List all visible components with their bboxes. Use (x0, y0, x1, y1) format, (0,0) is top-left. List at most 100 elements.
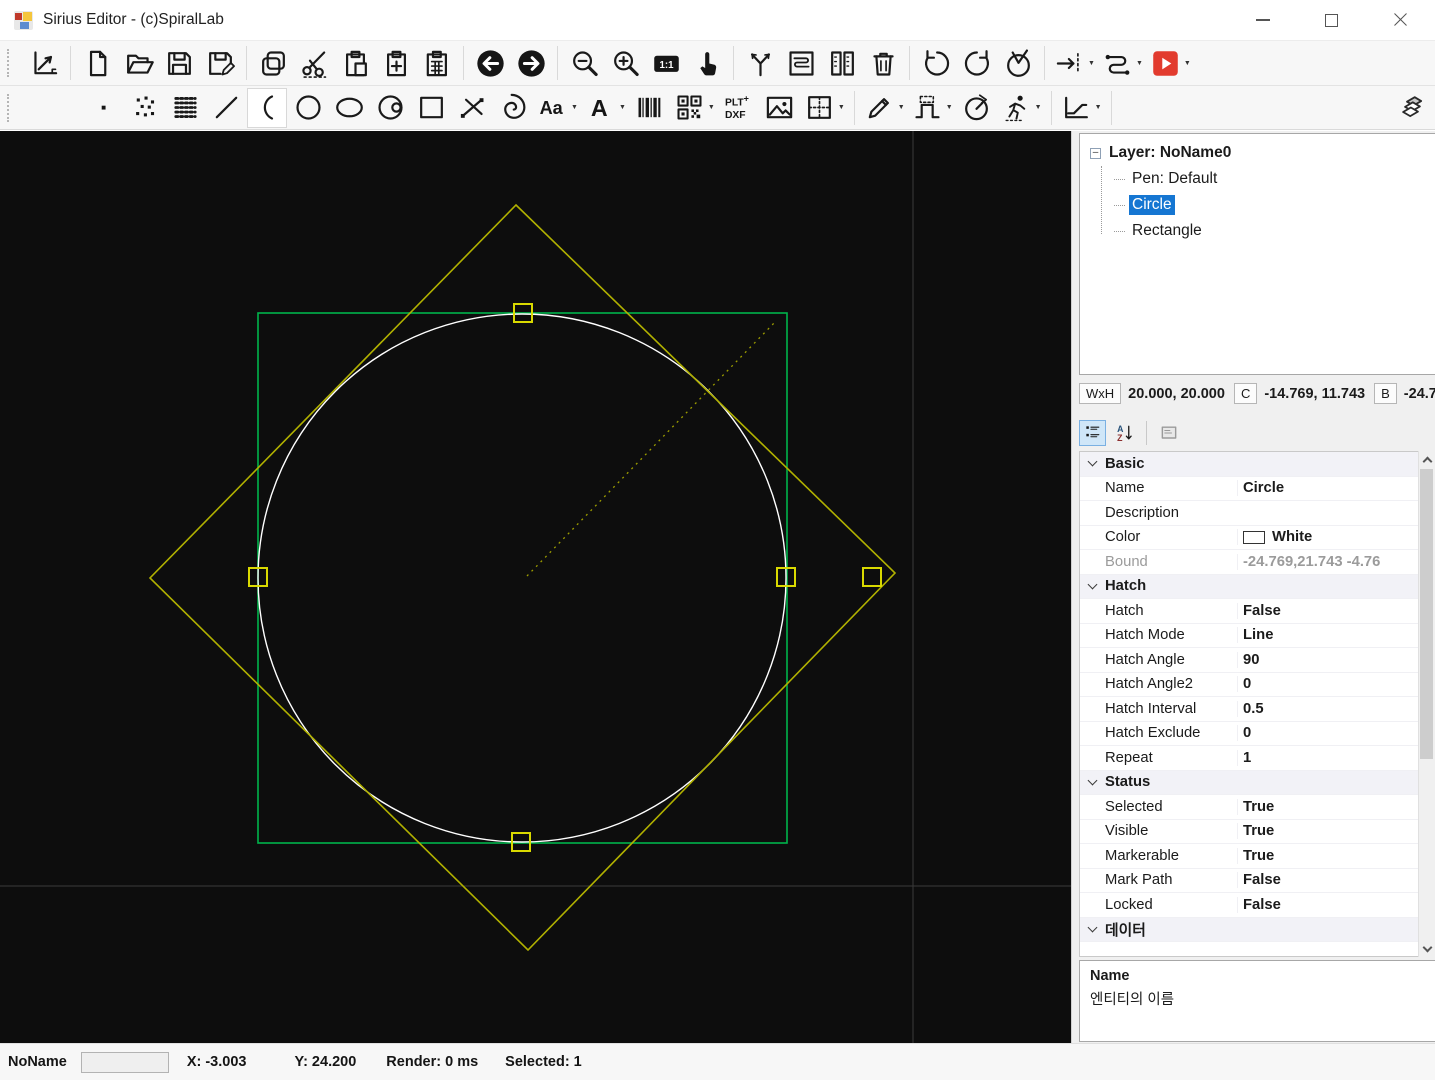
category-chevron[interactable] (1080, 579, 1105, 590)
redo-button[interactable] (511, 43, 551, 83)
property-category-hatch[interactable]: Hatch (1080, 574, 1435, 599)
property-row-mark-path[interactable]: Mark Path False (1080, 869, 1435, 893)
pulse-settings-button[interactable]: ▼ (909, 88, 956, 128)
arc-tool-button[interactable] (247, 87, 287, 128)
property-value[interactable]: 0 (1237, 725, 1435, 742)
mark-path-button[interactable]: ▼ (1099, 43, 1146, 83)
zoom-in-button[interactable] (605, 43, 645, 83)
text-tool-button[interactable]: Aa ▼ (534, 88, 581, 128)
property-value[interactable]: 0 (1237, 676, 1435, 693)
categorized-view-button[interactable] (1079, 420, 1106, 446)
undo-button[interactable] (470, 43, 510, 83)
property-value[interactable]: Circle (1237, 480, 1435, 497)
canvas-svg[interactable] (0, 131, 1071, 1043)
alphabetical-sort-button[interactable]: AZ (1111, 420, 1138, 446)
delay-settings-button[interactable] (957, 88, 997, 128)
pen-settings-button[interactable]: ▼ (861, 88, 908, 128)
property-category-데이터[interactable]: 데이터 (1080, 917, 1435, 942)
scroll-up-button[interactable] (1419, 451, 1435, 468)
guide-arrow-button[interactable]: ▼ (1051, 43, 1098, 83)
property-row-name[interactable]: Name Circle (1080, 477, 1435, 501)
save-button[interactable] (159, 43, 199, 83)
dropdown-caret-icon[interactable]: ▼ (898, 104, 905, 111)
plot-area-button[interactable] (24, 43, 64, 83)
split-path-button[interactable] (740, 43, 780, 83)
columns-button[interactable] (822, 43, 862, 83)
spiral-tool-button[interactable] (493, 88, 533, 128)
property-row-hatch-angle2[interactable]: Hatch Angle2 0 (1080, 673, 1435, 697)
matrix-table-button[interactable]: ▼ (801, 88, 848, 128)
property-row-hatch-mode[interactable]: Hatch Mode Line (1080, 624, 1435, 648)
paste-add-button[interactable] (376, 43, 416, 83)
character-tool-button[interactable]: A ▼ (582, 88, 629, 128)
maximize-button[interactable] (1297, 0, 1366, 40)
property-value[interactable]: Line (1237, 627, 1435, 644)
property-category-basic[interactable]: Basic (1080, 452, 1435, 477)
points-random-tool-button[interactable] (124, 88, 164, 128)
property-grid-scrollbar[interactable] (1418, 451, 1435, 957)
property-value[interactable]: 90 (1237, 651, 1435, 668)
run-marking-button[interactable]: ▼ (1147, 43, 1194, 83)
polyline-tool-button[interactable] (452, 88, 492, 128)
barcode-tool-button[interactable] (630, 88, 670, 128)
tree-item-pen-default[interactable]: Pen: Default (1090, 166, 1435, 192)
property-row-hatch-exclude[interactable]: Hatch Exclude 0 (1080, 722, 1435, 746)
points-matrix-tool-button[interactable] (165, 88, 205, 128)
circle-tool-button[interactable] (288, 88, 328, 128)
cut-button[interactable] (294, 43, 334, 83)
scroll-down-button[interactable] (1419, 940, 1435, 957)
property-row-hatch-interval[interactable]: Hatch Interval 0.5 (1080, 697, 1435, 722)
rotate-cw-button[interactable] (957, 43, 997, 83)
category-chevron[interactable] (1080, 775, 1105, 786)
import-plt-dxf-button[interactable]: PLT + DXF (719, 88, 759, 128)
property-value[interactable]: False (1237, 896, 1435, 913)
canvas-background[interactable] (0, 131, 1071, 1043)
barcode-2d-tool-button[interactable]: ▼ (671, 88, 718, 128)
property-row-locked[interactable]: Locked False (1080, 893, 1435, 918)
property-value[interactable]: 0.5 (1237, 700, 1435, 717)
dropdown-caret-icon[interactable]: ▼ (946, 104, 953, 111)
dropdown-caret-icon[interactable]: ▼ (1136, 60, 1143, 67)
property-row-selected[interactable]: Selected True (1080, 795, 1435, 820)
app-icon[interactable] (14, 10, 33, 30)
dropdown-caret-icon[interactable]: ▼ (1035, 104, 1042, 111)
dropdown-caret-icon[interactable]: ▼ (1088, 60, 1095, 67)
toolbar-grip[interactable] (7, 93, 15, 122)
image-tool-button[interactable] (760, 88, 800, 128)
ramp-settings-button[interactable]: ▼ (1058, 88, 1105, 128)
category-chevron[interactable] (1080, 922, 1105, 933)
layers-button[interactable] (1391, 88, 1431, 128)
dropdown-caret-icon[interactable]: ▼ (708, 104, 715, 111)
tree-item-layer-root[interactable]: – Layer: NoName0 (1090, 140, 1435, 166)
drawing-canvas[interactable] (0, 131, 1071, 1043)
tree-collapse-icon[interactable]: – (1090, 147, 1101, 159)
property-row-bound[interactable]: Bound -24.769,21.743 -4.76 (1080, 550, 1435, 575)
minimize-button[interactable] (1228, 0, 1297, 40)
close-button[interactable] (1366, 0, 1435, 40)
tree-item-rectangle[interactable]: Rectangle (1090, 218, 1435, 244)
property-row-visible[interactable]: Visible True (1080, 820, 1435, 844)
property-value[interactable]: 1 (1237, 749, 1435, 766)
tree-item-circle[interactable]: Circle (1090, 192, 1435, 218)
zoom-actual-button[interactable]: 1:1 (646, 43, 686, 83)
dropdown-caret-icon[interactable]: ▼ (571, 104, 578, 111)
line-tool-button[interactable] (206, 88, 246, 128)
copy-button[interactable] (253, 43, 293, 83)
property-value[interactable]: False (1237, 872, 1435, 889)
property-category-status[interactable]: Status (1080, 770, 1435, 795)
property-value[interactable]: True (1237, 823, 1435, 840)
property-row-color[interactable]: Color White (1080, 526, 1435, 550)
point-tool-button[interactable] (83, 88, 123, 128)
property-row-hatch[interactable]: Hatch False (1080, 599, 1435, 624)
delete-button[interactable] (863, 43, 903, 83)
open-file-button[interactable] (118, 43, 158, 83)
property-row-repeat[interactable]: Repeat 1 (1080, 746, 1435, 771)
property-row-hatch-angle[interactable]: Hatch Angle 90 (1080, 648, 1435, 673)
align-button[interactable] (781, 43, 821, 83)
toolbar-grip[interactable] (7, 49, 15, 77)
property-value[interactable]: True (1237, 798, 1435, 815)
dropdown-caret-icon[interactable]: ▼ (1095, 104, 1102, 111)
property-row-markerable[interactable]: Markerable True (1080, 844, 1435, 869)
category-chevron[interactable] (1080, 456, 1105, 467)
property-value[interactable]: White (1237, 529, 1435, 546)
